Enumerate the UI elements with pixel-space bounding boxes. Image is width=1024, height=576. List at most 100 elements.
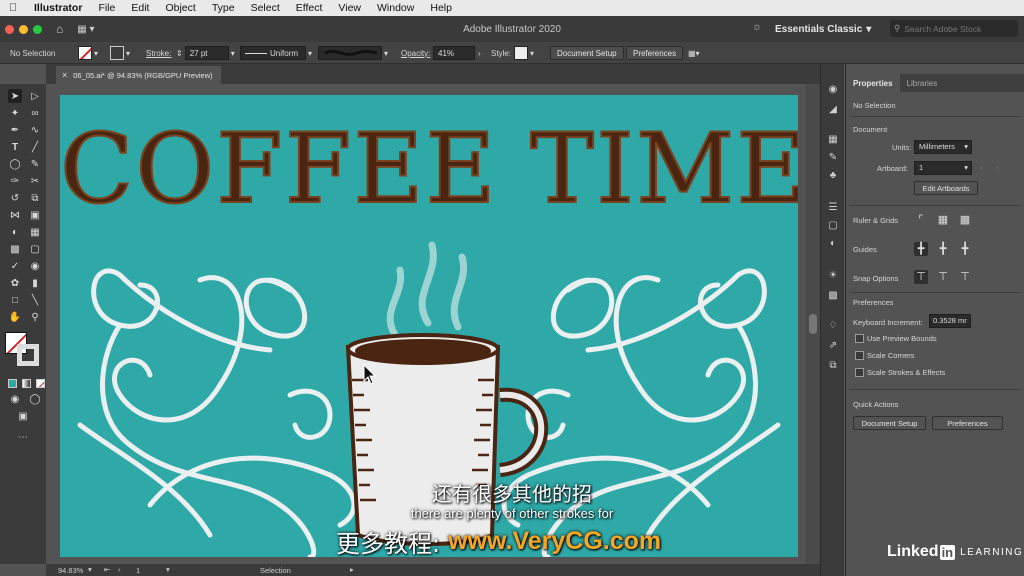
graphic-style-swatch[interactable]: ▾ xyxy=(514,46,534,60)
arrange-documents-icon[interactable]: ▦ ▾ xyxy=(77,24,94,35)
prev-artboard-icon[interactable]: ‹ xyxy=(980,163,983,172)
blend-tool-icon[interactable]: ◉ xyxy=(28,259,42,273)
line-tool-icon[interactable]: ╱ xyxy=(28,140,42,154)
zoom-tool-icon[interactable]: ⚲ xyxy=(28,310,42,324)
quick-preferences-button[interactable]: Preferences xyxy=(932,416,1003,430)
menu-file[interactable]: File xyxy=(90,2,123,14)
workspace-switcher[interactable]: Essentials Classic ▾ xyxy=(775,21,885,37)
close-tab-icon[interactable]: × xyxy=(62,70,67,80)
chevron-right-icon[interactable]: › xyxy=(478,49,481,58)
free-transform-tool-icon[interactable]: ▣ xyxy=(28,208,42,222)
swatches-icon[interactable]: ▦ xyxy=(825,134,841,148)
lightbulb-icon[interactable]: ☼ xyxy=(752,21,762,33)
arrange-icon[interactable]: ▦▾ xyxy=(688,46,700,60)
gradient-tool-icon[interactable]: ▢ xyxy=(28,242,42,256)
home-icon[interactable]: ⌂ xyxy=(56,22,63,36)
selection-tool-icon[interactable]: ➤ xyxy=(8,89,22,103)
ellipse-tool-icon[interactable]: ◯ xyxy=(8,157,22,171)
tab-properties[interactable]: Properties xyxy=(846,74,900,92)
prev-artboard-icon[interactable]: ‹ xyxy=(118,565,121,574)
layers-icon[interactable]: ♢ xyxy=(825,320,841,334)
mesh-tool-icon[interactable]: ▩ xyxy=(8,242,22,256)
variable-width-profile[interactable]: Uniform ▾ xyxy=(240,46,312,60)
edit-artboards-button[interactable]: Edit Artboards xyxy=(914,181,978,195)
transparency-grid-icon[interactable]: ▩ xyxy=(958,213,972,227)
snap-to-grid-icon[interactable]: ⊤ xyxy=(936,270,950,284)
grid-icon[interactable]: ▦ xyxy=(936,213,950,227)
graph-tool-icon[interactable]: ▮ xyxy=(28,276,42,290)
menu-illustrator[interactable]: Illustrator xyxy=(26,2,90,14)
curvature-tool-icon[interactable]: ∿ xyxy=(28,123,42,137)
fill-swatch[interactable]: ▾ xyxy=(78,46,98,60)
tab-libraries[interactable]: Libraries xyxy=(900,74,945,92)
magic-wand-tool-icon[interactable]: ✦ xyxy=(8,106,22,120)
menu-view[interactable]: View xyxy=(330,2,369,14)
snap-to-pixel-icon[interactable]: ⊤ xyxy=(958,270,972,284)
hand-tool-icon[interactable]: ✋ xyxy=(8,310,22,324)
document-tab[interactable]: × 06_05.ai* @ 94.83% (RGB/GPU Preview) xyxy=(56,66,221,84)
next-artboard-icon[interactable]: › xyxy=(996,163,999,172)
shaper-tool-icon[interactable]: ✑ xyxy=(8,174,22,188)
opacity-label[interactable]: Opacity: xyxy=(401,49,430,58)
stepper-icon[interactable]: ⇕ xyxy=(176,49,183,58)
lock-guides-icon[interactable]: ╋ xyxy=(936,242,950,256)
paintbrush-tool-icon[interactable]: ✎ xyxy=(28,157,42,171)
scale-strokes-checkbox[interactable] xyxy=(855,368,864,377)
units-dropdown[interactable]: Millimeters ▾ xyxy=(914,140,972,154)
rotate-tool-icon[interactable]: ↺ xyxy=(8,191,22,205)
stroke-weight-value[interactable]: 27 pt xyxy=(184,46,229,60)
symbol-sprayer-tool-icon[interactable]: ✿ xyxy=(8,276,22,290)
stroke-panel-icon[interactable]: ☰ xyxy=(825,202,841,216)
chevron-down-icon[interactable]: ▾ xyxy=(231,49,235,58)
edit-toolbar-icon[interactable]: ⋯ xyxy=(16,430,30,444)
symbols-icon[interactable]: ♣ xyxy=(825,170,841,184)
screen-mode-icon[interactable]: ▣ xyxy=(16,409,30,423)
brushes-icon[interactable]: ✎ xyxy=(825,152,841,166)
guides-icon[interactable]: ╋ xyxy=(914,242,928,256)
scale-corners-checkbox[interactable] xyxy=(855,351,864,360)
asset-export-icon[interactable]: ⇗ xyxy=(825,340,841,354)
menu-object[interactable]: Object xyxy=(157,2,203,14)
menu-type[interactable]: Type xyxy=(204,2,243,14)
draw-inside-icon[interactable]: ◯ xyxy=(28,392,42,406)
smart-guides-icon[interactable]: ╋ xyxy=(958,242,972,256)
shape-builder-tool-icon[interactable]: ◐ xyxy=(8,225,22,239)
color-guide-icon[interactable]: ◢ xyxy=(825,104,841,118)
menu-edit[interactable]: Edit xyxy=(123,2,157,14)
first-artboard-icon[interactable]: ⇤ xyxy=(104,565,110,574)
pen-tool-icon[interactable]: ✒ xyxy=(8,123,22,137)
stroke-swatch-large[interactable] xyxy=(17,344,39,366)
preferences-button[interactable]: Preferences xyxy=(626,46,684,60)
snap-to-point-icon[interactable]: ⊤ xyxy=(914,270,928,284)
transparency-icon[interactable]: ◐ xyxy=(825,238,841,252)
stroke-label[interactable]: Stroke: xyxy=(146,49,171,58)
stroke-swatch[interactable]: ▾ xyxy=(110,46,130,60)
direct-selection-tool-icon[interactable]: ▷ xyxy=(28,89,42,103)
chevron-down-icon[interactable]: ▾ xyxy=(88,565,92,574)
scroll-thumb[interactable] xyxy=(809,314,817,334)
artboards-icon[interactable]: ⧉ xyxy=(825,360,841,374)
gradient-mode-icon[interactable] xyxy=(19,376,33,390)
width-tool-icon[interactable]: ⋈ xyxy=(8,208,22,222)
zoom-window-button[interactable] xyxy=(33,24,42,34)
zoom-level[interactable]: 94.83% xyxy=(58,566,83,575)
artboard-number[interactable]: 1 xyxy=(136,566,140,575)
menu-window[interactable]: Window xyxy=(369,2,422,14)
color-panel-icon[interactable]: ◉ xyxy=(825,84,841,98)
adobe-stock-search[interactable]: ⚲ Search Adobe Stock xyxy=(890,20,1018,37)
perspective-grid-tool-icon[interactable]: ▦ xyxy=(28,225,42,239)
document-setup-button[interactable]: Document Setup xyxy=(550,46,624,60)
minimize-window-button[interactable] xyxy=(19,24,28,34)
eyedropper-tool-icon[interactable]: ✓ xyxy=(8,259,22,273)
color-mode-icon[interactable] xyxy=(5,376,19,390)
rulers-icon[interactable]: ⌜ xyxy=(914,213,928,227)
fill-stroke-widget[interactable] xyxy=(5,332,43,368)
menu-select[interactable]: Select xyxy=(243,2,288,14)
keyboard-increment-field[interactable]: 0.3528 mr xyxy=(929,314,971,328)
none-mode-icon[interactable] xyxy=(33,376,47,390)
apple-icon[interactable]:  xyxy=(0,2,26,14)
opacity-value[interactable]: 41% xyxy=(433,46,475,60)
menu-help[interactable]: Help xyxy=(422,2,460,14)
stroke-weight-field[interactable]: ⇕ 27 pt ▾ xyxy=(176,46,235,60)
opacity-field[interactable]: 41% › xyxy=(433,46,481,60)
